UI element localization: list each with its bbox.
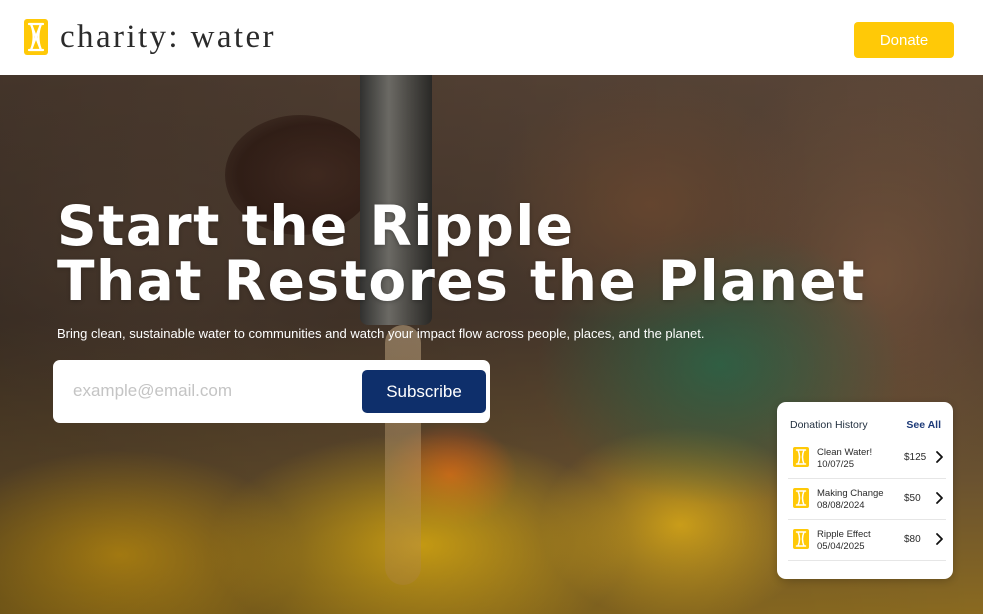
donate-button[interactable]: Donate bbox=[854, 22, 954, 58]
donation-amount: $125 bbox=[904, 452, 927, 463]
jerrycan-icon bbox=[793, 447, 809, 467]
donation-date: 10/07/25 bbox=[817, 459, 854, 470]
donation-name: Clean Water! bbox=[817, 447, 873, 458]
brand-name: charity: water bbox=[60, 19, 276, 55]
donation-history-title: Donation History bbox=[790, 419, 868, 431]
donation-name: Making Change bbox=[817, 488, 884, 499]
see-all-link[interactable]: See All bbox=[906, 419, 941, 431]
donation-date: 08/08/2024 bbox=[817, 500, 865, 511]
hero-headline: Start the Ripple That Restores the Plane… bbox=[57, 199, 866, 309]
jerrycan-icon bbox=[24, 19, 48, 55]
chevron-right-icon bbox=[934, 532, 944, 546]
subscribe-button[interactable]: Subscribe bbox=[362, 370, 486, 413]
hero-subtext: Bring clean, sustainable water to commun… bbox=[57, 326, 705, 341]
donation-history-card: Donation History See All Clean Water! 10… bbox=[777, 402, 953, 579]
headline-line-1: Start the Ripple bbox=[57, 194, 575, 258]
headline-line-2: That Restores the Planet bbox=[57, 249, 866, 313]
subscribe-form: Subscribe bbox=[53, 360, 490, 423]
donation-amount: $50 bbox=[904, 493, 921, 504]
donation-date: 05/04/2025 bbox=[817, 541, 865, 552]
donation-name: Ripple Effect bbox=[817, 529, 871, 540]
donation-row[interactable]: Clean Water! 10/07/25 $125 bbox=[788, 438, 946, 479]
chevron-right-icon bbox=[934, 450, 944, 464]
jerrycan-icon bbox=[793, 529, 809, 549]
donation-row[interactable]: Making Change 08/08/2024 $50 bbox=[788, 479, 946, 520]
email-input[interactable] bbox=[73, 374, 353, 408]
donation-amount: $80 bbox=[904, 534, 921, 545]
charity-water-logo[interactable]: charity: water bbox=[24, 19, 276, 55]
jerrycan-icon bbox=[793, 488, 809, 508]
donation-row[interactable]: Ripple Effect 05/04/2025 $80 bbox=[788, 520, 946, 561]
site-header: charity: water Donate bbox=[0, 0, 983, 75]
chevron-right-icon bbox=[934, 491, 944, 505]
